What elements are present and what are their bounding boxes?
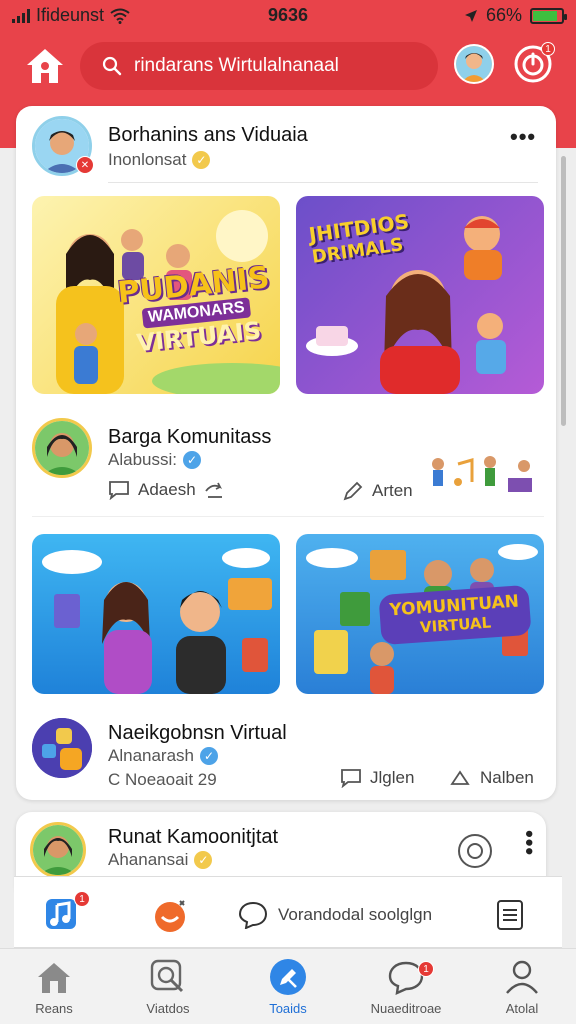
divider <box>32 516 544 517</box>
pencil-icon <box>343 481 363 501</box>
community-illustration <box>432 456 532 492</box>
avatar[interactable] <box>32 718 92 778</box>
comment-icon <box>109 481 129 500</box>
location-icon <box>464 9 477 22</box>
post-title: Naeikgobnsn Virtual <box>108 722 287 744</box>
verified-icon: ✓ <box>192 151 211 169</box>
share-action[interactable]: Nalben <box>450 768 534 788</box>
profile-avatar[interactable] <box>454 44 494 84</box>
refresh-icon[interactable] <box>456 832 494 870</box>
notification-badge: 1 <box>74 891 90 907</box>
search-icon <box>102 56 122 76</box>
battery-percent: 66% <box>485 5 522 25</box>
nav-messages[interactable]: 1 Nuaeditroae <box>356 957 456 1016</box>
document-icon[interactable] <box>494 899 526 931</box>
post-title: Barga Komunitass <box>108 426 272 448</box>
nav-search[interactable]: Viatdos <box>118 957 218 1016</box>
comment-action[interactable]: Jlglen <box>340 768 414 788</box>
profile-icon <box>506 960 538 994</box>
status-bar: Ifideunst 9636 66% <box>0 0 576 32</box>
search-icon <box>150 959 184 993</box>
post-title: Borhanins ans Viduaia <box>108 124 308 146</box>
search-bar[interactable]: rindarans Wirtulalnanaal <box>80 42 438 90</box>
verified-icon: ✓ <box>182 451 201 469</box>
speech-bubble-icon <box>238 901 268 929</box>
media-tile-left[interactable] <box>32 534 280 694</box>
more-options-button[interactable]: ••• <box>516 830 542 856</box>
nav-create[interactable]: Toaids <box>238 957 338 1016</box>
post-subtitle: Ahanansai ✓ <box>108 850 213 870</box>
more-options-button[interactable]: ••• <box>510 124 536 150</box>
reaction-button[interactable] <box>152 897 188 933</box>
home-icon <box>38 963 70 993</box>
divider <box>108 182 538 183</box>
nav-home[interactable]: Reans <box>4 957 104 1016</box>
avatar[interactable] <box>32 418 92 478</box>
voice-search-button[interactable]: Vorandodal soolglgn <box>238 901 432 929</box>
post-meta: C Noeaoait 29 <box>108 770 217 789</box>
music-button[interactable]: 1 <box>44 891 90 933</box>
post-subtitle: Inonlonsat ✓ <box>108 150 211 170</box>
media-tile-right[interactable]: YOMUNITUAN VIRTUAL <box>296 534 544 694</box>
avatar[interactable] <box>30 822 86 878</box>
post-subtitle: Alabussi: ✓ <box>108 450 201 470</box>
music-icon <box>46 899 76 929</box>
quick-action-bar: 1 Vorandodal soolglgn <box>14 876 562 948</box>
avatar-badge: ✕ <box>76 156 94 174</box>
reaction-icon <box>155 900 185 932</box>
nav-profile[interactable]: Atolal <box>472 957 572 1016</box>
media-tile-left[interactable]: PUDANIS WAMONARS VIRTUAIS <box>32 196 280 394</box>
share-icon <box>450 770 470 785</box>
search-placeholder: rindarans Wirtulalnanaal <box>134 55 339 76</box>
notification-badge: 1 <box>418 961 434 977</box>
edit-icon <box>270 959 306 995</box>
power-button[interactable]: 1 <box>513 42 555 84</box>
feed-card: ✕ Borhanins ans Viduaia Inonlonsat ✓ •••… <box>16 106 556 800</box>
post-title: Runat Kamoonitjtat <box>108 826 279 848</box>
media-tile-right[interactable]: JHITDIOS DRIMALS <box>296 196 544 394</box>
post-subtitle: Alnanarash ✓ <box>108 746 219 766</box>
share-icon <box>204 482 222 498</box>
bottom-navigation: Reans Viatdos Toaids 1 Nuaeditroae Atola… <box>0 948 576 1024</box>
comment-action[interactable]: Adaesh <box>108 480 224 500</box>
verified-icon: ✓ <box>200 747 219 765</box>
scrollbar[interactable] <box>561 156 566 426</box>
home-icon[interactable] <box>24 46 66 86</box>
edit-action[interactable]: Arten <box>342 480 413 502</box>
verified-icon: ✓ <box>194 851 213 869</box>
battery-icon <box>530 7 567 24</box>
comment-icon <box>341 769 361 788</box>
notification-badge: 1 <box>541 42 555 56</box>
